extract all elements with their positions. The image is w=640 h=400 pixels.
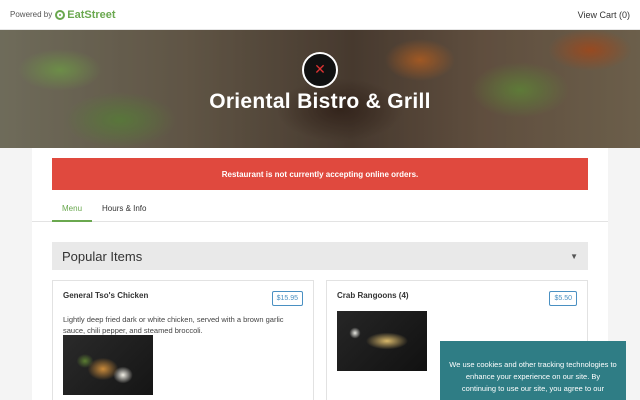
view-cart-link[interactable]: View Cart (0) [578, 10, 630, 20]
tab-menu[interactable]: Menu [52, 196, 93, 222]
item-photo [337, 311, 427, 371]
powered-by-label: Powered by [10, 10, 53, 19]
restaurant-logo-icon: ✕ [302, 52, 338, 88]
popular-items-header[interactable]: Popular Items ▼ [52, 242, 588, 270]
cookie-consent-banner: We use cookies and other tracking techno… [440, 341, 626, 400]
item-description: Lightly deep fried dark or white chicken… [63, 315, 284, 335]
item-price[interactable]: $15.95 [271, 291, 303, 306]
restaurant-hero: ✕ Oriental Bistro & Grill [0, 30, 640, 148]
eatstreet-logo-icon [55, 9, 66, 20]
eatstreet-logo[interactable]: EatStreet [55, 8, 116, 21]
item-name: Crab Rangoons (4) [337, 291, 409, 300]
powered-by[interactable]: Powered by EatStreet [10, 9, 116, 21]
cookie-consent-text: We use cookies and other tracking techno… [449, 360, 617, 393]
collapse-caret-icon[interactable]: ▼ [570, 252, 578, 261]
tab-hours-info[interactable]: Hours & Info [92, 196, 156, 222]
item-price[interactable]: $5.50 [549, 291, 577, 306]
popular-items-title: Popular Items [62, 248, 143, 264]
menu-item-card[interactable]: General Tso's Chicken $15.95 Lightly dee… [52, 280, 314, 400]
item-photo [63, 335, 153, 395]
item-name: General Tso's Chicken [63, 291, 149, 300]
restaurant-tabs: Menu Hours & Info [32, 196, 608, 222]
eatstreet-brand-text: EatStreet [67, 8, 116, 21]
ordering-unavailable-alert: Restaurant is not currently accepting on… [52, 158, 588, 190]
top-bar: Powered by EatStreet View Cart (0) [0, 0, 640, 30]
restaurant-name: Oriental Bistro & Grill [209, 90, 431, 113]
